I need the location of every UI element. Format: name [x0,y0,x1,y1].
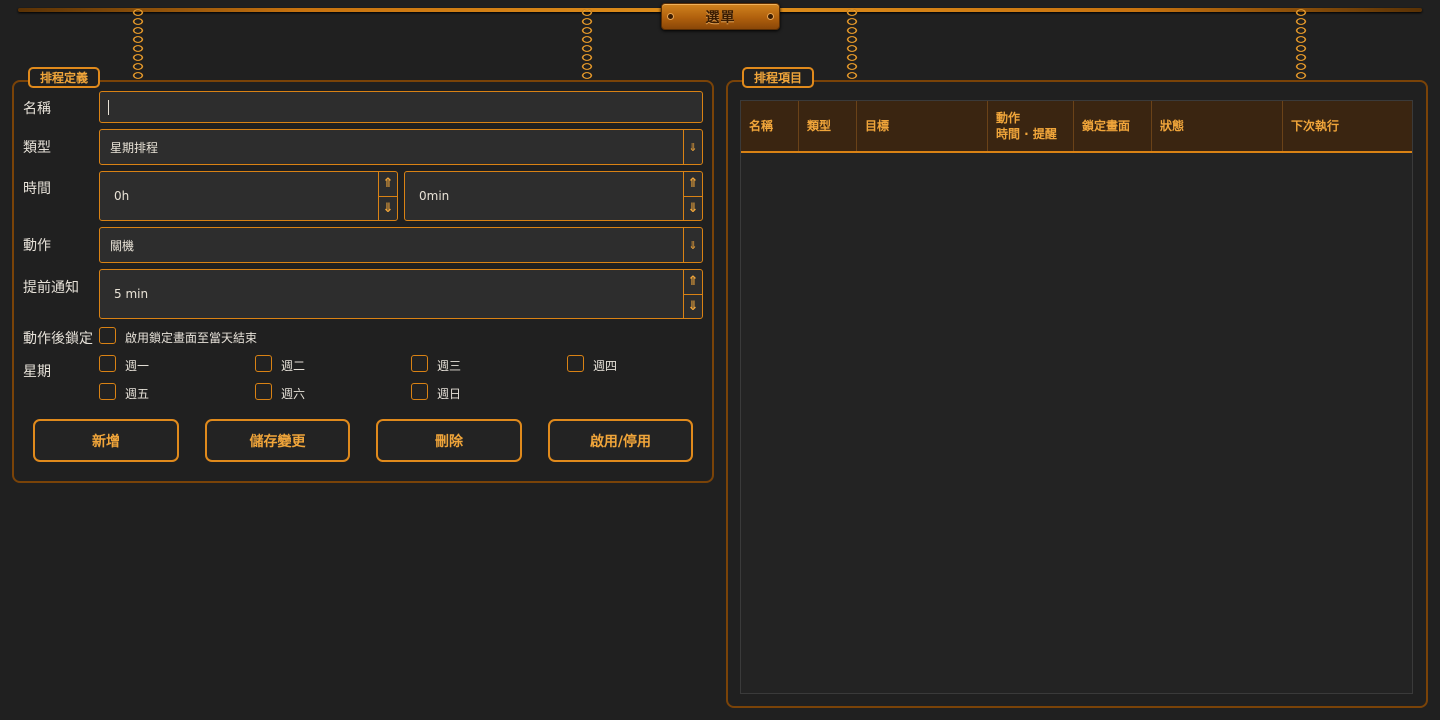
column-header-next-run[interactable]: 下次執行 [1283,101,1412,151]
weekday-label-tue: 週二 [281,359,306,373]
name-label: 名稱 [23,101,51,117]
minutes-stepper[interactable]: 0min ⇑ ⇓ [404,171,703,221]
chain-decoration [131,8,145,80]
column-header-type[interactable]: 類型 [799,101,857,151]
increment-arrow-icon[interactable]: ⇑ [684,270,702,294]
decrement-arrow-icon[interactable]: ⇓ [684,293,702,319]
chain-decoration [1294,8,1308,80]
notify-stepper[interactable]: 5 min ⇑ ⇓ [99,269,703,319]
weekday-label-thu: 週四 [593,359,618,373]
weekday-checkbox-sat[interactable] [255,383,272,400]
weekday-label-wed: 週三 [437,359,462,373]
name-input[interactable] [99,91,703,123]
weekday-checkbox-fri[interactable] [99,383,116,400]
nail-icon [768,14,773,19]
schedule-definition-title: 排程定義 [28,67,101,88]
increment-arrow-icon[interactable]: ⇑ [379,172,397,196]
delete-button[interactable]: 刪除 [376,419,522,462]
weekday-checkbox-wed[interactable] [411,355,428,372]
lock-checkbox-label: 啟用鎖定畫面至當天結束 [125,331,258,345]
weekday-checkbox-mon[interactable] [99,355,116,372]
weekday-label-sat: 週六 [281,387,306,401]
column-header-action[interactable]: 動作 時間 · 提醒 [988,101,1074,151]
lock-checkbox[interactable] [99,327,116,344]
increment-arrow-icon[interactable]: ⇑ [684,172,702,196]
dropdown-arrow-icon[interactable]: ⇓ [683,130,702,164]
save-button[interactable]: 儲存變更 [205,419,350,462]
weekday-checkbox-thu[interactable] [567,355,584,372]
toggle-enable-button[interactable]: 啟用/停用 [548,419,693,462]
column-header-target[interactable]: 目標 [857,101,988,151]
notify-label: 提前通知 [23,280,79,296]
table-header: 名稱 類型 目標 動作 時間 · 提醒 鎖定畫面 狀態 下次執行 [741,101,1412,153]
add-button[interactable]: 新增 [33,419,179,462]
weekday-label: 星期 [23,364,51,380]
decrement-arrow-icon[interactable]: ⇓ [684,195,702,221]
schedule-list-title: 排程項目 [742,67,815,88]
decrement-arrow-icon[interactable]: ⇓ [379,195,397,221]
column-header-status[interactable]: 狀態 [1152,101,1283,151]
weekday-label-mon: 週一 [125,359,150,373]
action-label: 動作 [23,238,51,254]
chain-decoration [580,8,594,80]
weekday-label-sun: 週日 [437,387,462,401]
column-header-lock[interactable]: 鎖定畫面 [1074,101,1152,151]
type-select[interactable]: 星期排程 ⇓ [99,129,703,165]
hours-stepper[interactable]: 0h ⇑ ⇓ [99,171,398,221]
text-caret [108,99,109,115]
minutes-value: 0min [419,189,450,203]
weekday-label-fri: 週五 [125,387,150,401]
hours-value: 0h [114,189,130,203]
lock-label: 動作後鎖定 [23,331,93,347]
schedule-table[interactable]: 名稱 類型 目標 動作 時間 · 提醒 鎖定畫面 狀態 下次執行 [740,100,1413,694]
type-value: 星期排程 [110,140,159,155]
type-label: 類型 [23,140,51,156]
menu-label: 選單 [705,9,736,26]
column-header-name[interactable]: 名稱 [741,101,799,151]
action-value: 關機 [110,238,135,253]
time-label: 時間 [23,181,51,197]
nail-icon [668,14,673,19]
weekday-checkbox-sun[interactable] [411,383,428,400]
notify-value: 5 min [114,287,149,301]
dropdown-arrow-icon[interactable]: ⇓ [683,228,702,262]
chain-decoration [845,8,859,80]
menu-button[interactable]: 選單 [661,3,780,30]
weekday-checkbox-tue[interactable] [255,355,272,372]
action-select[interactable]: 關機 ⇓ [99,227,703,263]
